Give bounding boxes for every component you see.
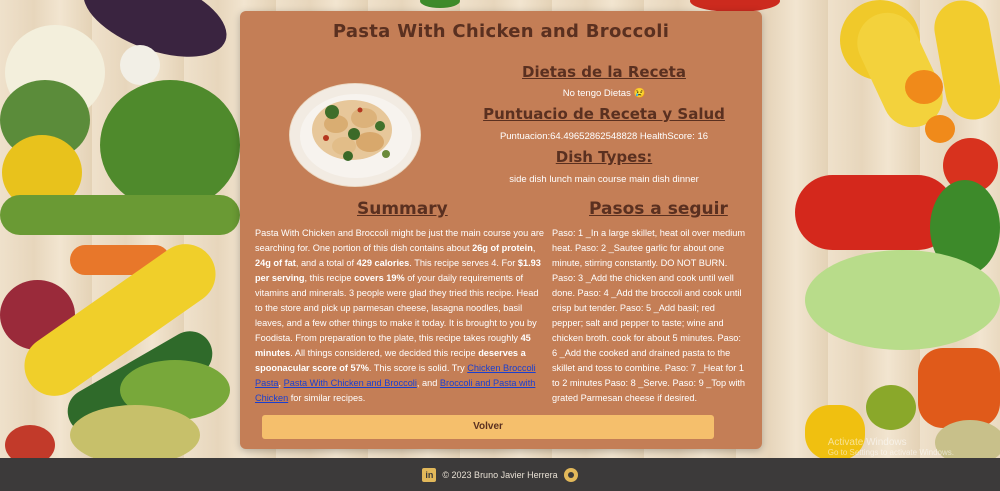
summary-heading: Summary <box>357 199 448 219</box>
recipe-title: Pasta With Chicken and Broccoli <box>332 21 670 42</box>
summary-segment: . This recipe serves 4. For <box>409 258 518 268</box>
summary-segment: for similar recipes. <box>288 393 366 403</box>
tomato-shape <box>866 385 916 430</box>
summary-segment: , this recipe <box>304 273 355 283</box>
summary-highlight: 429 calories <box>356 258 410 268</box>
summary-segment: , and <box>416 378 440 388</box>
recipe-card: Pasta With Chicken and Broccoli Dietas d… <box>240 11 762 449</box>
summary-highlight: covers 19% <box>354 273 405 283</box>
summary-segment: of your daily requirements of vitamins a… <box>255 273 539 343</box>
summary-segment: . This score is solid. Try <box>368 363 468 373</box>
orange-tomato-shape <box>925 115 955 143</box>
watermark-line: Go to Settings to activate Windows. <box>827 448 954 457</box>
similar-recipe-link-pasta-chicken-broccoli[interactable]: Pasta With Chicken and Broccoli <box>284 378 417 388</box>
leaves-shape <box>420 0 460 8</box>
garlic-shape <box>120 45 160 85</box>
github-icon[interactable] <box>563 467 578 482</box>
cabbage-shape <box>805 250 1000 350</box>
linkedin-icon[interactable]: in <box>422 467 437 482</box>
summary-segment: . All things considered, we decided this… <box>290 348 479 358</box>
orange-tomato-shape <box>905 70 943 104</box>
diets-text: No tengo Dietas 😢 <box>562 88 646 99</box>
summary-highlight: 24g of fat <box>255 258 296 268</box>
summary-highlight: 26g of protein <box>472 243 533 253</box>
tomato-shape <box>5 425 55 458</box>
recipe-info: Dietas de la Receta No tengo Dietas 😢 Pu… <box>468 63 740 185</box>
summary-segment: , and a total of <box>295 258 357 268</box>
steps-heading: Pasos a seguir <box>589 199 728 219</box>
green-beans-shape <box>0 195 240 235</box>
back-button[interactable]: Volver <box>262 415 714 439</box>
steps-text: Paso: 1 _In a large skillet, heat oil ov… <box>552 228 746 403</box>
score-text: Puntuacion:64.49652862548828 HealthScore… <box>499 131 709 142</box>
footer: in © 2023 Bruno Javier Herrera <box>0 458 1000 491</box>
dish-image <box>289 83 421 187</box>
dish-types-text: side dish lunch main course main dish di… <box>509 174 699 185</box>
pepper-red-shape <box>918 348 1000 428</box>
diets-heading: Dietas de la Receta <box>522 63 686 81</box>
windows-activation-watermark: Activate Windows Go to Settings to activ… <box>828 438 954 458</box>
summary-text: Pasta With Chicken and Broccoli might be… <box>255 226 545 406</box>
pasta-dish-illustration <box>290 84 420 186</box>
watermark-line: Activate Windows <box>827 437 907 448</box>
score-heading: Puntuacio de Receta y Salud <box>483 105 725 123</box>
dish-types-heading: Dish Types: <box>555 148 653 166</box>
copyright-text: © 2023 Bruno Javier Herrera <box>442 469 558 480</box>
leaves-shape <box>100 80 240 210</box>
summary-segment: , <box>532 243 536 253</box>
melon-shape <box>70 405 200 458</box>
